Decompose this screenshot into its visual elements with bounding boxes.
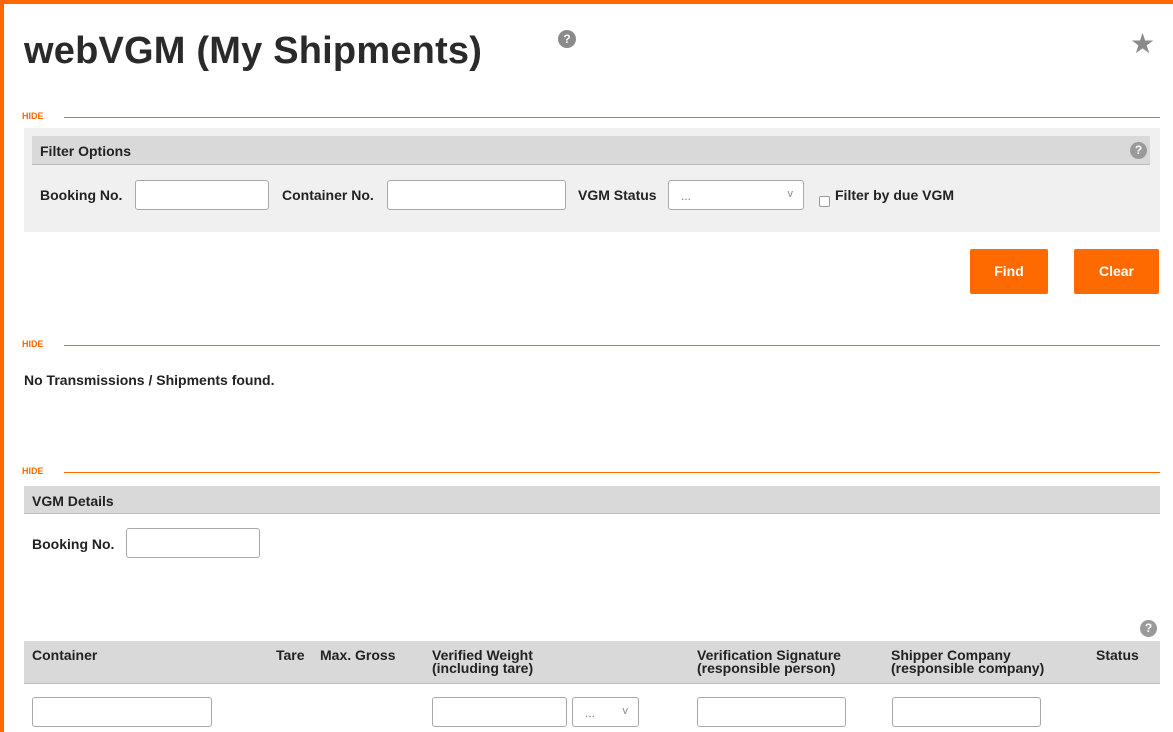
filter-options-title: Filter Options	[40, 143, 131, 159]
details-booking-no-label: Booking No.	[32, 536, 115, 552]
booking-no-input[interactable]	[135, 180, 269, 210]
due-vgm-checkbox[interactable]	[819, 196, 830, 207]
shipper-company-input[interactable]	[892, 697, 1041, 727]
verified-weight-input[interactable]	[432, 697, 567, 727]
vgm-details-header: VGM Details	[24, 486, 1160, 514]
column-container: Container	[32, 647, 98, 663]
divider	[64, 117, 1160, 118]
booking-no-label: Booking No.	[40, 187, 123, 203]
due-vgm-label: Filter by due VGM	[835, 187, 955, 203]
vgm-status-value: ...	[681, 189, 692, 203]
help-icon[interactable]: ?	[1130, 142, 1147, 159]
filter-options-header: Filter Options ?	[32, 136, 1150, 165]
find-button[interactable]: Find	[970, 249, 1048, 294]
verification-signature-input[interactable]	[697, 697, 846, 727]
filter-hide-toggle[interactable]: HIDE	[22, 111, 1160, 123]
vgm-status-label: VGM Status	[578, 187, 657, 203]
column-tare: Tare	[276, 647, 305, 663]
container-no-input[interactable]	[387, 180, 566, 210]
accent-frame-top	[0, 0, 1173, 4]
chevron-down-icon: v	[787, 188, 794, 200]
column-status: Status	[1096, 647, 1139, 663]
hide-link[interactable]: HIDE	[22, 111, 44, 121]
column-signature-sub: (responsible person)	[697, 660, 836, 676]
container-input[interactable]	[32, 697, 212, 727]
divider	[64, 472, 1160, 473]
column-max-gross: Max. Gross	[320, 647, 396, 663]
chevron-down-icon: v	[622, 705, 629, 717]
column-verified-weight-sub: (including tare)	[432, 660, 534, 676]
help-icon[interactable]: ?	[1140, 620, 1157, 637]
results-hide-toggle[interactable]: HIDE	[22, 339, 1160, 351]
weight-unit-value: ...	[585, 706, 596, 720]
star-icon[interactable]: ★	[1130, 30, 1155, 58]
weight-unit-select[interactable]: ... v	[572, 697, 639, 727]
help-icon[interactable]: ?	[558, 30, 576, 48]
clear-button[interactable]: Clear	[1074, 249, 1159, 294]
divider	[64, 345, 1160, 346]
details-booking-no-input[interactable]	[126, 528, 260, 558]
vgm-status-select[interactable]: ... v	[668, 180, 804, 210]
column-shipper-sub: (responsible company)	[891, 660, 1045, 676]
vgm-details-title: VGM Details	[32, 493, 114, 509]
hide-link[interactable]: HIDE	[22, 339, 44, 349]
accent-frame-left	[0, 0, 4, 732]
hide-link[interactable]: HIDE	[22, 466, 44, 476]
empty-results-message: No Transmissions / Shipments found.	[24, 372, 275, 388]
page-title: webVGM (My Shipments)	[24, 30, 483, 72]
container-no-label: Container No.	[282, 187, 374, 203]
details-hide-toggle[interactable]: HIDE	[22, 466, 1160, 478]
